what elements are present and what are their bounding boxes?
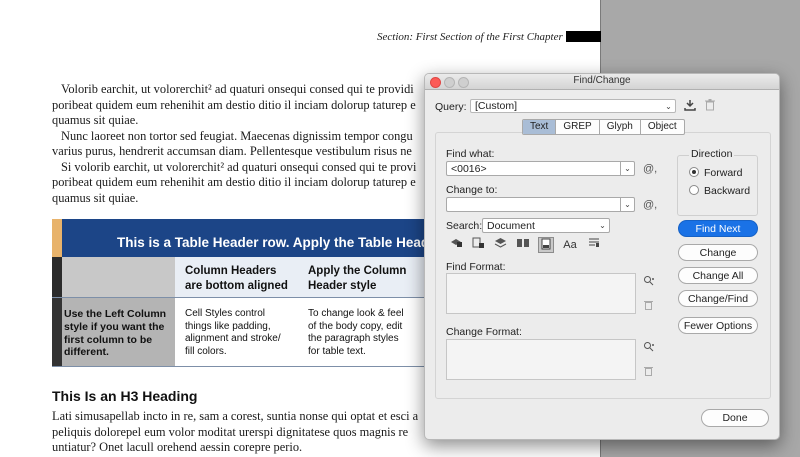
cell-line: Apply the Column xyxy=(308,265,407,277)
whole-word-icon[interactable] xyxy=(586,237,602,253)
change-to-label: Change to: xyxy=(446,184,498,196)
table-row-marker xyxy=(52,257,62,297)
cell-line: To change look & feel xyxy=(308,308,404,319)
left-column-text: Use the Left Column style if you want th… xyxy=(64,308,166,359)
cell-line: first column to be xyxy=(64,333,153,346)
running-header: Section: First Section of the First Chap… xyxy=(377,31,563,43)
delete-query-icon[interactable] xyxy=(704,99,716,114)
change-all-button[interactable]: Change All xyxy=(678,267,758,284)
column-header-cell: Column Headers are bottom aligned xyxy=(185,264,288,294)
chevron-down-icon: ⌄ xyxy=(665,102,672,111)
cell-line: for table text. xyxy=(308,345,366,357)
cell-line: Use the Left Column xyxy=(64,308,167,320)
special-characters-icon[interactable]: @, xyxy=(643,163,657,175)
find-format-box[interactable] xyxy=(446,273,636,314)
cell-line: Cell Styles control xyxy=(185,308,266,319)
direction-title: Direction xyxy=(689,148,735,160)
tab-object[interactable]: Object xyxy=(641,120,684,134)
cell-line: Column Headers xyxy=(185,265,277,277)
cell-line: things like padding, xyxy=(185,320,271,332)
paragraph-line: quamus sit quiae. xyxy=(52,113,139,127)
change-format-box[interactable] xyxy=(446,339,636,380)
find-what-field[interactable]: <0016> ⌄ xyxy=(446,161,635,176)
cell-line: Header style xyxy=(308,280,377,292)
cell-line: of the body copy, edit xyxy=(308,320,403,332)
change-to-field[interactable]: ⌄ xyxy=(446,197,635,212)
find-format-label: Find Format: xyxy=(446,261,506,273)
done-button[interactable]: Done xyxy=(701,409,769,427)
paragraph-line: peliquis dolorepel eum volor moditat ure… xyxy=(52,424,409,439)
save-query-icon[interactable] xyxy=(683,99,697,114)
include-hidden-layers-icon[interactable] xyxy=(492,237,508,253)
paragraph-line: varius purus, hendrerit accumsan diam. P… xyxy=(52,144,412,158)
include-footnotes-icon[interactable] xyxy=(538,237,554,253)
query-select[interactable]: [Custom] ⌄ xyxy=(470,99,676,113)
table-row-marker xyxy=(52,297,62,367)
specify-find-format-icon[interactable] xyxy=(643,275,655,290)
case-sensitive-icon[interactable]: Aa xyxy=(562,237,578,253)
cell-line: different. xyxy=(64,346,109,359)
cell-line: the paragraph styles xyxy=(308,333,399,344)
find-what-value: <0016> xyxy=(451,163,487,175)
paragraph-line: poribeat quidem eum rehenihit am destio … xyxy=(52,97,416,112)
cell-line: alignment and stroke/ xyxy=(185,333,281,344)
backward-label[interactable]: Backward xyxy=(704,185,750,197)
paragraph-line: Nunc laoreet non tortor sed feugiat. Mae… xyxy=(61,128,413,143)
change-format-label: Change Format: xyxy=(446,326,522,338)
change-button[interactable]: Change xyxy=(678,244,758,261)
clear-change-format-icon[interactable] xyxy=(644,366,653,379)
table-body-cell: Cell Styles control things like padding,… xyxy=(185,308,281,358)
query-value: [Custom] xyxy=(475,100,518,112)
fewer-options-button[interactable]: Fewer Options xyxy=(678,317,758,334)
chevron-down-icon: ⌄ xyxy=(599,221,606,230)
search-mode-tabs: Text GREP Glyph Object xyxy=(522,119,685,135)
find-change-dialog: Find/Change Query: [Custom] ⌄ Text GREP … xyxy=(424,73,780,440)
cell-line: fill colors. xyxy=(185,345,227,357)
cell-line: are bottom aligned xyxy=(185,280,288,292)
change-find-button[interactable]: Change/Find xyxy=(678,290,758,307)
dialog-titlebar[interactable]: Find/Change xyxy=(425,74,779,90)
paragraph-line: Si volorib earchit, ut volorerchit² ad q… xyxy=(61,159,417,174)
chevron-down-icon[interactable]: ⌄ xyxy=(620,162,634,175)
include-locked-stories-icon[interactable] xyxy=(470,237,486,253)
find-next-button[interactable]: Find Next xyxy=(678,220,758,237)
backward-radio[interactable] xyxy=(689,185,699,195)
chevron-down-icon[interactable]: ⌄ xyxy=(620,198,634,211)
table-header-text: This is a Table Header row. Apply the Ta… xyxy=(117,235,442,250)
table-corner-cell xyxy=(52,257,175,297)
include-locked-layers-icon[interactable] xyxy=(448,237,464,253)
header-bar xyxy=(566,31,601,42)
tab-grep[interactable]: GREP xyxy=(556,120,600,134)
clear-find-format-icon[interactable] xyxy=(644,300,653,313)
paragraph-line: quamus sit quiae. xyxy=(52,190,139,205)
paragraph-line: untiatur? Onet lacull orehend aessin cor… xyxy=(52,440,303,454)
column-header-cell: Apply the Column Header style xyxy=(308,264,406,294)
special-characters-icon[interactable]: @, xyxy=(643,199,657,211)
search-scope-value: Document xyxy=(487,220,535,232)
query-label: Query: xyxy=(435,101,467,113)
search-scope-select[interactable]: Document ⌄ xyxy=(482,218,610,233)
include-master-pages-icon[interactable] xyxy=(515,237,531,253)
paragraph-line: poribeat quidem eum rehenihit am destio … xyxy=(52,175,416,189)
paragraph-line: Lati simusapellab incto in re, sam a cor… xyxy=(52,409,419,423)
cell-line: style if you want the xyxy=(64,320,165,333)
table-body-cell: To change look & feel of the body copy, … xyxy=(308,308,404,358)
tab-text[interactable]: Text xyxy=(523,120,557,134)
table-header-accent xyxy=(52,219,62,257)
find-what-label: Find what: xyxy=(446,148,495,160)
paragraph-line: Volorib earchit, ut volorerchit² ad quat… xyxy=(61,82,414,96)
dialog-title: Find/Change xyxy=(573,75,631,86)
tab-glyph[interactable]: Glyph xyxy=(600,120,641,134)
forward-label[interactable]: Forward xyxy=(704,167,743,179)
forward-radio[interactable] xyxy=(689,167,699,177)
specify-change-format-icon[interactable] xyxy=(643,341,655,356)
search-label: Search: xyxy=(446,220,483,232)
h3-heading: This Is an H3 Heading xyxy=(52,388,198,404)
